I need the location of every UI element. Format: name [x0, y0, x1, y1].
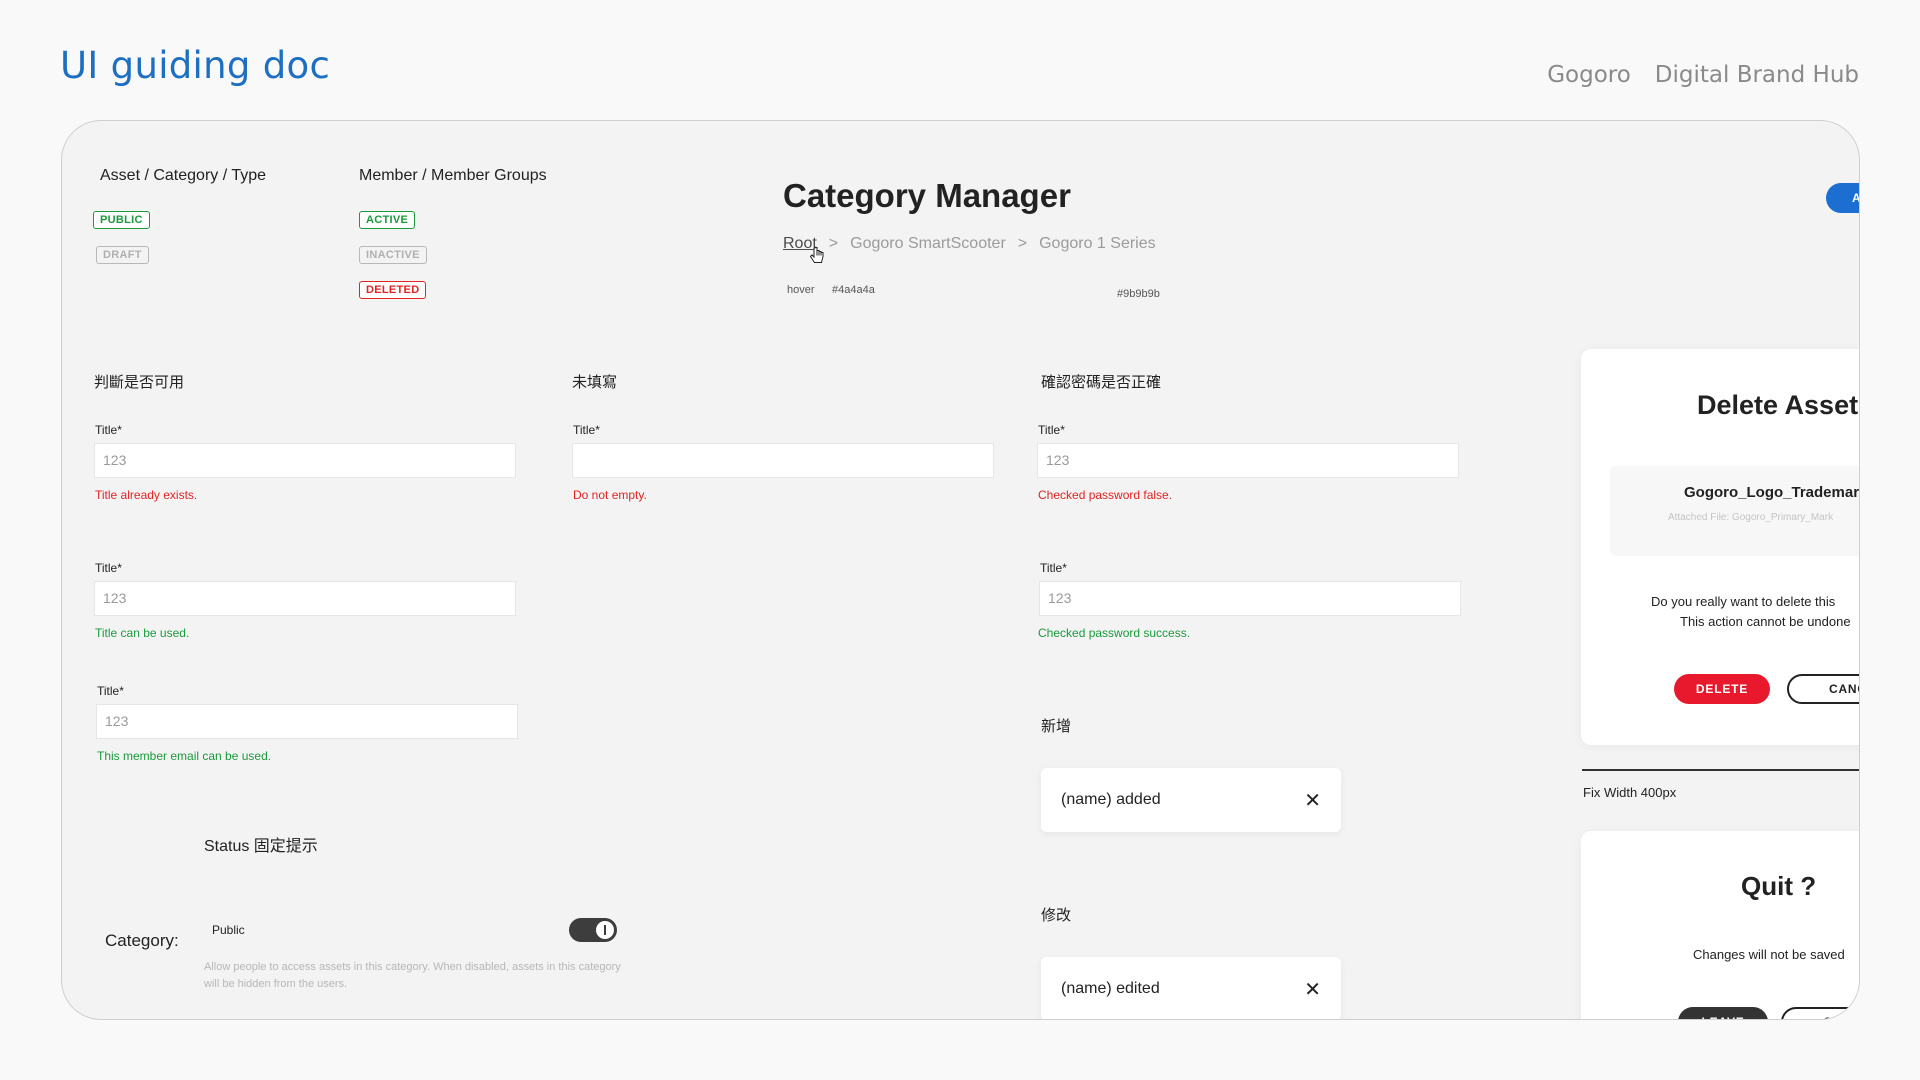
delete-asset-modal: Delete Asset Gogoro_Logo_Trademark Attac… [1581, 349, 1860, 745]
attached-file: Attached File: Gogoro_Primary_Mark [1668, 512, 1834, 523]
breadcrumb-separator: > [828, 235, 839, 252]
brand-name: Gogoro [1547, 62, 1631, 88]
cancel-button[interactable]: CANCEL [1781, 1007, 1859, 1019]
doc-frame: Asset / Category / Type PUBLIC DRAFT Mem… [61, 120, 1860, 1020]
add-heading: 新增 [1041, 717, 1072, 735]
asset-info-box: Gogoro_Logo_Trademark Attached File: Gog… [1610, 466, 1860, 556]
title-label: Title* [1040, 561, 1067, 575]
toast-added: (name) added ✕ [1041, 768, 1341, 832]
title-input[interactable]: 123 [94, 581, 516, 616]
title-label: Title* [95, 561, 122, 575]
badge-public: PUBLIC [93, 211, 150, 229]
leave-button[interactable]: LEAVE [1678, 1007, 1768, 1019]
password-input[interactable]: 123 [1037, 443, 1459, 478]
delete-warning: This action cannot be undone [1680, 614, 1851, 629]
hover-note: hover [787, 284, 815, 296]
title-label: Title* [573, 423, 600, 437]
error-message: Title already exists. [95, 488, 198, 502]
error-message: Do not empty. [573, 488, 647, 502]
badge-active: ACTIVE [359, 211, 416, 229]
default-color: #9b9b9b [1117, 288, 1160, 300]
hub-name: Digital Brand Hub [1654, 62, 1859, 88]
col2-heading: 未填寫 [572, 373, 618, 391]
asset-status-heading: Asset / Category / Type [100, 167, 267, 184]
delete-modal-title: Delete Asset [1697, 390, 1859, 420]
quit-modal-title: Quit ? [1741, 871, 1817, 901]
public-toggle[interactable] [569, 918, 617, 942]
delete-question: Do you really want to delete this [1651, 594, 1836, 609]
col3-heading: 確認密碼是否正確 [1041, 373, 1162, 391]
badge-deleted: DELETED [359, 281, 427, 299]
toast-message: (name) edited [1061, 980, 1160, 997]
success-message: This member email can be used. [97, 749, 272, 763]
title-input[interactable]: 123 [94, 443, 516, 478]
title-input[interactable]: 123 [96, 704, 518, 739]
category-manager-title: Category Manager [783, 177, 1071, 214]
breadcrumb: Root > Gogoro SmartScooter > Gogoro 1 Se… [783, 235, 1156, 253]
quit-message: Changes will not be saved [1693, 947, 1845, 962]
breadcrumb-1-series[interactable]: Gogoro 1 Series [1039, 235, 1156, 253]
width-divider [1582, 769, 1859, 771]
col1-heading: 判斷是否可用 [94, 373, 185, 391]
member-status-heading: Member / Member Groups [359, 167, 547, 184]
error-message: Checked password false. [1038, 488, 1173, 502]
password-input[interactable]: 123 [1039, 581, 1461, 616]
breadcrumb-smartscooter[interactable]: Gogoro SmartScooter [850, 235, 1006, 253]
public-option-description: Allow people to access assets in this ca… [204, 961, 621, 990]
title-label: Title* [97, 684, 124, 698]
close-icon[interactable]: ✕ [1304, 977, 1321, 1002]
close-icon[interactable]: ✕ [1304, 788, 1321, 813]
badge-draft: DRAFT [96, 246, 149, 264]
hand-cursor-icon [809, 247, 824, 263]
toast-message: (name) added [1061, 791, 1161, 808]
category-label: Category: [105, 931, 179, 950]
public-option-label: Public [212, 923, 245, 937]
toggle-knob [596, 921, 614, 939]
delete-button[interactable]: DELETE [1674, 674, 1770, 704]
doc-title: UI guiding doc [60, 44, 331, 87]
fix-width-note: Fix Width 400px [1583, 785, 1677, 800]
title-input-empty[interactable] [572, 443, 994, 478]
hover-color: #4a4a4a [832, 284, 875, 296]
edit-heading: 修改 [1041, 906, 1072, 924]
title-label: Title* [95, 423, 122, 437]
asset-file-name: Gogoro_Logo_Trademark [1684, 484, 1860, 501]
add-button[interactable]: A [1826, 183, 1859, 213]
badge-inactive: INACTIVE [359, 246, 427, 264]
cancel-button[interactable]: CANCEL [1787, 674, 1859, 704]
title-label: Title* [1038, 423, 1065, 437]
success-message: Title can be used. [95, 626, 190, 640]
breadcrumb-separator: > [1017, 235, 1028, 252]
success-message: Checked password success. [1038, 626, 1191, 640]
toast-edited: (name) edited ✕ [1041, 957, 1341, 1019]
brand-header: Gogoro Digital Brand Hub [1547, 62, 1859, 88]
quit-modal: Quit ? Changes will not be saved LEAVE C… [1581, 831, 1859, 1019]
status-heading: Status 固定提示 [204, 838, 318, 855]
